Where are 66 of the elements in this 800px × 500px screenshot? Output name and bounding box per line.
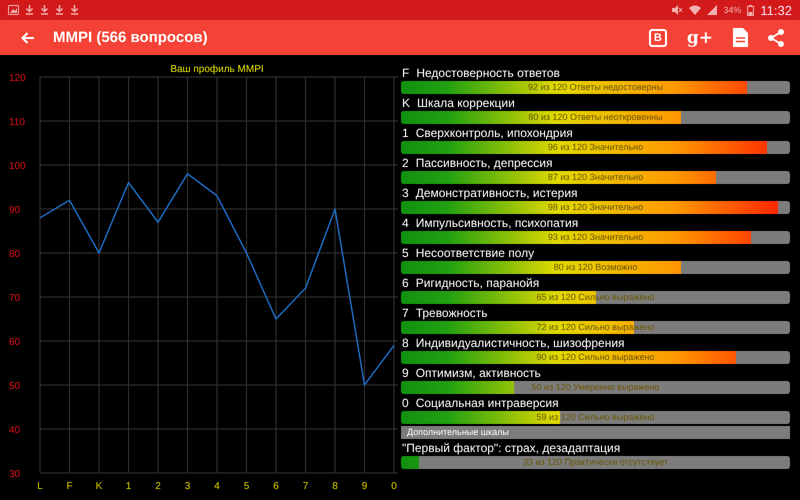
x-axis-label: 0 <box>391 481 397 492</box>
y-axis-label: 120 <box>9 73 26 84</box>
scale-reading: 93 из 120 Значительно <box>546 231 644 244</box>
scale-reading: 33 из 120 Практически отсутствует <box>522 456 670 469</box>
y-axis-label: 80 <box>9 249 20 260</box>
x-axis-label: 5 <box>244 481 250 492</box>
scale-name: 8 Индивидуалистичность, шизофрения <box>401 335 626 351</box>
y-axis-label: 60 <box>9 337 20 348</box>
y-axis-label: 30 <box>9 469 20 480</box>
letter-button[interactable]: B <box>648 28 667 46</box>
document-icon[interactable] <box>733 28 748 47</box>
x-axis-label: 3 <box>184 481 190 492</box>
scale-reading: 59 из 120 Сильно выражено <box>536 411 656 424</box>
image-icon <box>8 5 19 15</box>
chart-title: Ваш профиль MMPI <box>170 64 264 75</box>
x-axis-label: 9 <box>362 481 368 492</box>
download-icon <box>25 5 34 15</box>
scale-name: 1 Сверхконтроль, ипохондрия <box>401 125 574 141</box>
download-icon <box>70 5 79 15</box>
scale-name: 5 Несоответствие полу <box>401 245 536 261</box>
clock: 11:32 <box>760 2 792 18</box>
download-icon <box>40 5 49 15</box>
x-axis-label: 2 <box>155 481 161 492</box>
scale-name: F Недостоверность ответов <box>401 65 561 81</box>
letter-button[interactable]: g+ <box>686 28 713 48</box>
x-axis-label: 4 <box>214 481 220 492</box>
app-title: MMPI (566 вопросов) <box>53 29 208 46</box>
section-header: Дополнительные шкалы <box>401 426 790 439</box>
y-axis-label: 100 <box>9 161 26 172</box>
x-axis-label: K <box>96 481 102 492</box>
scale-reading: 87 из 120 Значительно <box>546 171 644 184</box>
x-axis-label: F <box>66 481 73 492</box>
y-axis-label: 110 <box>9 117 25 128</box>
scale-reading: 50 из 120 Умеренно выражено <box>530 381 660 394</box>
scale-reading: 80 из 120 Ответы неоткровенны <box>527 111 664 124</box>
x-axis-label: L <box>37 481 43 492</box>
scale-name: 0 Социальная интраверсия <box>401 395 560 411</box>
download-icon <box>55 5 64 15</box>
scale-name: K Шкала коррекции <box>401 95 516 111</box>
back-arrow-icon[interactable] <box>21 32 35 44</box>
scale-name: 6 Ригидность, паранойя <box>401 275 540 291</box>
y-axis-label: 90 <box>9 205 20 216</box>
y-axis-label: 40 <box>9 425 20 436</box>
x-axis-label: 8 <box>332 481 338 492</box>
battery-icon <box>747 4 754 16</box>
scale-reading: 80 из 120 Возможно <box>552 261 638 274</box>
scale-name: 9 Оптимизм, активность <box>401 365 542 381</box>
scale-reading: 90 из 120 Сильно выражено <box>536 351 656 364</box>
wifi-icon <box>689 5 702 15</box>
y-axis-label: 50 <box>9 381 20 392</box>
scale-name: 4 Импульсивность, психопатия <box>401 215 580 231</box>
scale-reading: 92 из 120 Ответы недостоверны <box>527 81 664 94</box>
x-axis-label: 7 <box>302 481 308 492</box>
scale-name: "Первый фактор": страх, дезадаптация <box>401 440 622 456</box>
scale-name: 7 Тревожность <box>401 305 489 321</box>
mute-icon <box>671 5 684 15</box>
y-axis-label: 70 <box>9 293 20 304</box>
x-axis-label: 1 <box>126 481 132 492</box>
scale-name: 2 Пассивность, депрессия <box>401 155 554 171</box>
signal-icon <box>707 5 718 15</box>
scale-reading: 96 из 120 Значительно <box>546 141 644 154</box>
battery-percent: 34% <box>723 5 742 15</box>
scale-name: 3 Демонстративность, истерия <box>401 185 579 201</box>
x-axis-label: 6 <box>273 481 279 492</box>
scale-reading: 98 из 120 Значительно <box>546 201 644 214</box>
share-icon[interactable] <box>768 28 784 46</box>
